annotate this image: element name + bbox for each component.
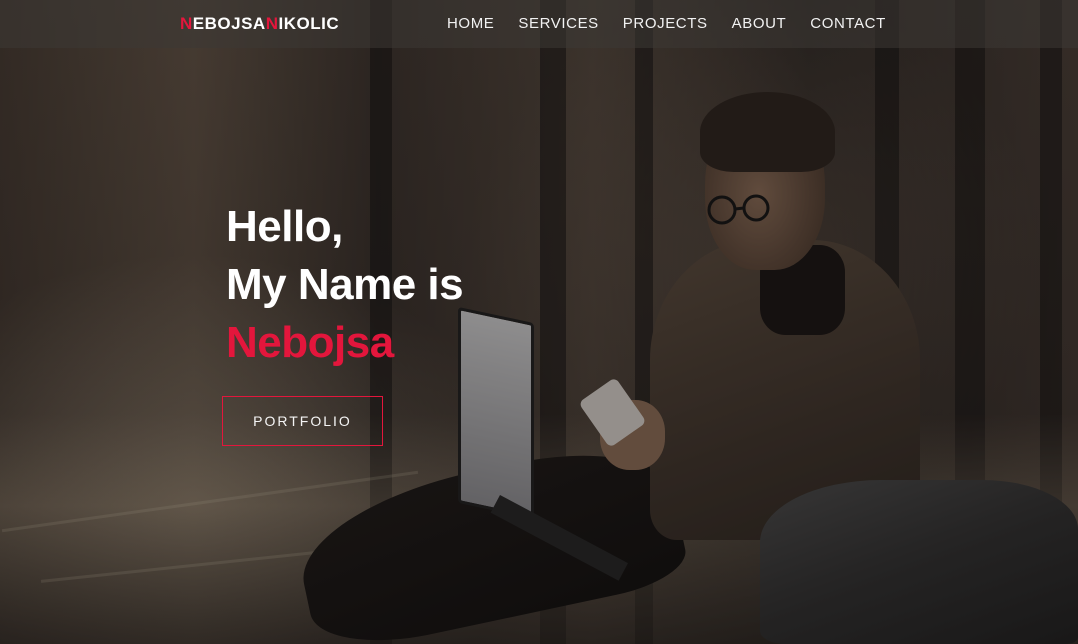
backpack (760, 480, 1078, 644)
nav-link-about[interactable]: ABOUT (732, 15, 787, 32)
person-hair (700, 92, 835, 172)
hero-heading: Hello, My Name is Nebojsa (226, 198, 464, 372)
top-navbar: NEBOJSANIKOLIC HOME SERVICES PROJECTS AB… (0, 0, 1078, 48)
nav-link-projects[interactable]: PROJECTS (623, 15, 708, 32)
hero-intro: My Name is (226, 260, 464, 309)
hero-greeting: Hello, (226, 202, 343, 251)
background-pillar (875, 0, 899, 644)
person-torso (650, 240, 920, 540)
site-logo[interactable]: NEBOJSANIKOLIC (180, 14, 339, 34)
logo-initial-first: N (180, 14, 193, 33)
person-collar (760, 245, 845, 335)
person-hand (600, 400, 665, 470)
floor-line (1, 470, 419, 533)
logo-first-name-rest: EBOJSA (192, 14, 266, 33)
floor-line (40, 540, 420, 583)
background-pillar (540, 0, 566, 644)
background-pillar (1040, 0, 1062, 644)
logo-initial-last: N (265, 14, 279, 33)
nav-link-contact[interactable]: CONTACT (810, 15, 886, 32)
background-pillar (955, 0, 985, 644)
logo-last-name-rest: IKOLIC (278, 14, 340, 33)
phone (578, 377, 647, 448)
nav-link-services[interactable]: SERVICES (518, 15, 598, 32)
hero-name: Nebojsa (226, 318, 394, 367)
background-pillar (635, 0, 653, 644)
portfolio-button[interactable]: PORTFOLIO (222, 396, 383, 446)
background-floor (0, 414, 1078, 644)
laptop-screen (458, 306, 534, 520)
laptop-base (490, 495, 629, 581)
main-nav: HOME SERVICES PROJECTS ABOUT CONTACT (447, 15, 886, 32)
hero-background-image (0, 0, 1078, 644)
nav-link-home[interactable]: HOME (447, 15, 494, 32)
glasses-icon (707, 194, 770, 225)
person-head (705, 100, 825, 270)
person-leg (288, 432, 692, 644)
